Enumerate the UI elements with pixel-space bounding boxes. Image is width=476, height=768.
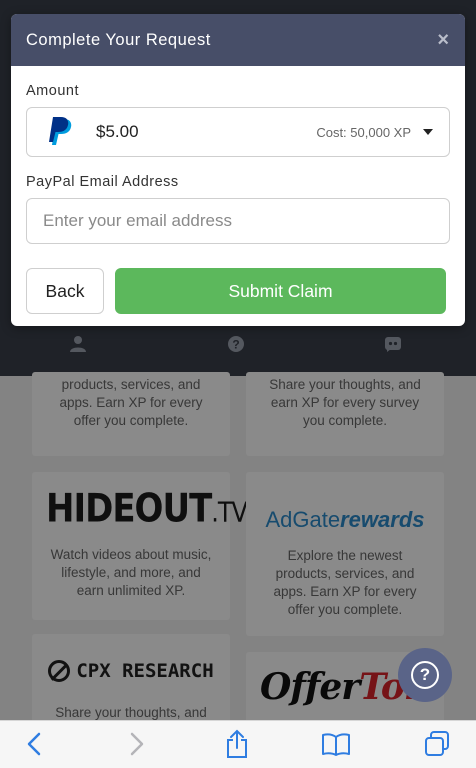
modal-header: Complete Your Request × <box>11 14 465 66</box>
share-icon[interactable] <box>222 729 252 759</box>
modal-actions: Back Submit Claim <box>26 268 450 314</box>
bookmarks-icon[interactable] <box>321 729 351 759</box>
submit-claim-button[interactable]: Submit Claim <box>115 268 446 314</box>
back-arrow-icon[interactable] <box>19 729 49 759</box>
amount-cost: Cost: 50,000 XP <box>316 124 411 140</box>
amount-label: Amount <box>26 83 79 99</box>
forward-arrow-icon[interactable] <box>122 729 152 759</box>
email-label: PayPal Email Address <box>26 174 179 190</box>
tabs-icon[interactable] <box>422 729 452 759</box>
modal-title: Complete Your Request <box>26 30 211 49</box>
question-icon: ? <box>411 661 439 689</box>
claim-request-modal: Complete Your Request × Amount $5.00 Cos… <box>11 14 465 326</box>
close-icon[interactable]: × <box>437 29 449 52</box>
back-button[interactable]: Back <box>26 268 104 314</box>
paypal-email-field[interactable] <box>26 198 450 244</box>
browser-toolbar <box>0 720 476 768</box>
amount-value: $5.00 <box>96 122 139 141</box>
modal-body: Amount $5.00 Cost: 50,000 XP PayPal Emai… <box>11 66 465 314</box>
amount-select[interactable]: $5.00 Cost: 50,000 XP <box>26 107 450 157</box>
help-button[interactable]: ? <box>398 648 452 702</box>
chevron-down-icon <box>423 129 433 135</box>
paypal-icon <box>49 117 72 145</box>
